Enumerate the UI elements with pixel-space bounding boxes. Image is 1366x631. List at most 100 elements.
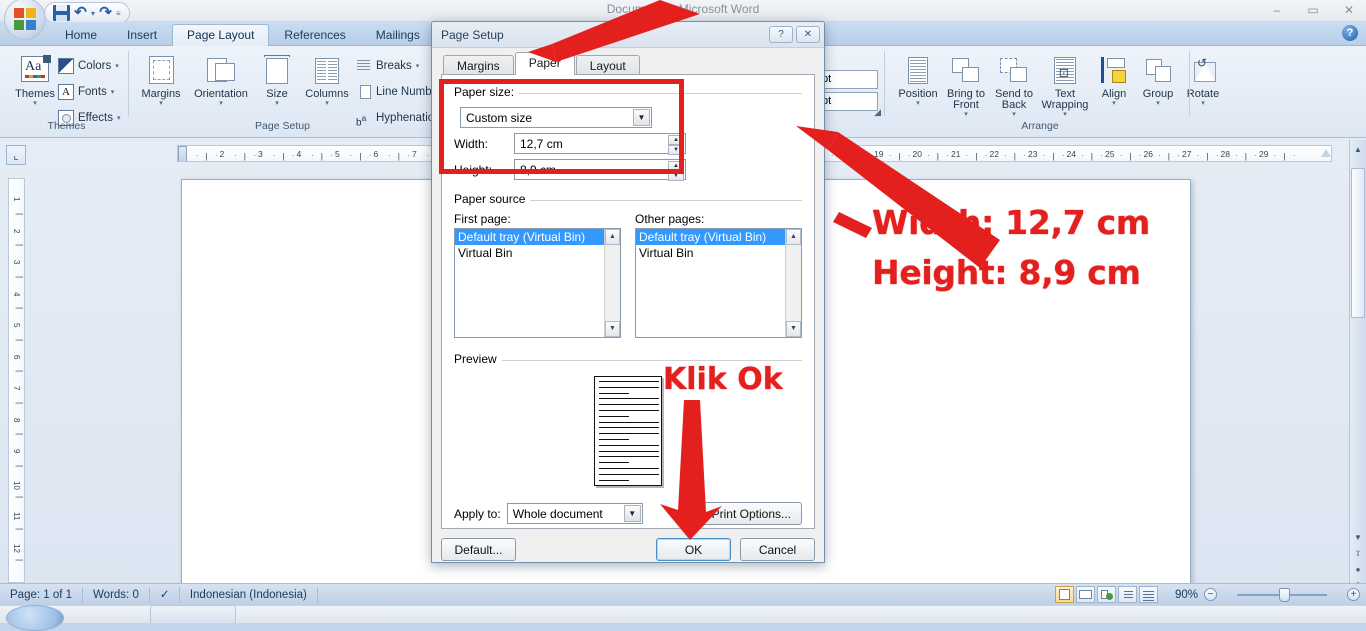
orientation-button[interactable]: Orientation ▾ — [188, 52, 254, 107]
spin-down-icon[interactable]: ▼ — [668, 171, 684, 181]
columns-button[interactable]: Columns ▾ — [300, 52, 354, 107]
tab-insert[interactable]: Insert — [112, 24, 172, 46]
themes-label: Themes — [15, 88, 55, 100]
select-browse-object-icon[interactable]: ● — [1351, 562, 1365, 577]
theme-colors-button[interactable]: Colors ▾ — [58, 56, 120, 76]
list-item[interactable]: Virtual Bin — [636, 245, 801, 261]
scroll-down-icon[interactable]: ▼ — [786, 321, 801, 337]
bring-to-front-button[interactable]: Bring to Front ▾ — [942, 52, 990, 118]
maximize-icon[interactable]: ▭ — [1302, 3, 1324, 17]
language-indicator[interactable]: Indonesian (Indonesia) — [180, 586, 318, 603]
taskbar-window-button[interactable] — [150, 605, 236, 623]
align-button[interactable]: Align ▾ — [1092, 52, 1136, 118]
text-wrapping-button[interactable]: ⚀ Text Wrapping ▾ — [1038, 52, 1092, 118]
window-controls: – ▭ ✕ — [1266, 3, 1360, 17]
scrollbar-thumb[interactable] — [1351, 168, 1365, 318]
rotate-button[interactable]: ↺ Rotate ▾ — [1180, 52, 1226, 118]
paper-size-combobox[interactable]: Custom size ▼ — [460, 107, 652, 128]
height-spinner[interactable]: ▲ ▼ — [668, 161, 684, 181]
office-button[interactable] — [4, 0, 46, 40]
size-button[interactable]: Size ▾ — [254, 52, 300, 107]
page-setup-dialog[interactable]: Page Setup ? ✕ Margins Paper Layout Pape… — [431, 21, 825, 563]
paragraph-dialog-launcher-icon[interactable]: ◢ — [874, 107, 881, 118]
view-draft[interactable] — [1139, 586, 1158, 603]
close-icon[interactable]: ✕ — [1338, 3, 1360, 17]
view-outline[interactable] — [1118, 586, 1137, 603]
word-count[interactable]: Words: 0 — [83, 586, 150, 603]
dialog-tab-paper[interactable]: Paper — [514, 52, 575, 75]
dialog-close-button[interactable]: ✕ — [796, 26, 820, 43]
zoom-slider-knob[interactable] — [1279, 587, 1290, 602]
listbox-scrollbar[interactable]: ▲ ▼ — [604, 229, 620, 337]
undo-dropdown-icon[interactable]: ▾ — [91, 9, 95, 18]
ok-button[interactable]: OK — [656, 538, 731, 561]
cancel-button[interactable]: Cancel — [740, 538, 815, 561]
previous-page-icon[interactable]: ⇧ — [1351, 546, 1365, 561]
dialog-help-button[interactable]: ? — [769, 26, 793, 43]
group-icon — [1142, 55, 1174, 87]
group-button[interactable]: Group ▾ — [1136, 52, 1180, 118]
dialog-tab-layout[interactable]: Layout — [575, 55, 640, 76]
view-web-layout[interactable] — [1097, 586, 1116, 603]
zoom-in-button[interactable]: + — [1347, 588, 1360, 601]
scroll-up-icon[interactable]: ▲ — [605, 229, 620, 245]
default-button[interactable]: Default... — [441, 538, 516, 561]
list-item[interactable]: Virtual Bin — [455, 245, 620, 261]
width-input[interactable]: 12,7 cm ▲ ▼ — [514, 133, 686, 155]
proofing-icon[interactable]: ✓ — [150, 586, 180, 603]
position-button[interactable]: Position ▾ — [894, 52, 942, 118]
zoom-level[interactable]: 90% — [1164, 589, 1198, 601]
vertical-scrollbar[interactable]: ▲ ▼ ⇧ ● ⇩ — [1349, 140, 1366, 595]
margins-button[interactable]: Margins ▾ — [134, 52, 188, 107]
orientation-caret-icon: ▾ — [219, 100, 223, 107]
vertical-ruler[interactable]: 1 | 2 | 3 | 4 | 5 | 6 | 7 | 8 | 9 | 10 | 11 | 12 | — [8, 178, 25, 583]
listbox-scrollbar[interactable]: ▲ ▼ — [785, 229, 801, 337]
minimize-icon[interactable]: – — [1266, 3, 1288, 17]
scroll-up-icon[interactable]: ▲ — [786, 229, 801, 245]
spacing-after-field[interactable]: pt — [818, 92, 878, 111]
theme-fonts-button[interactable]: A Fonts ▾ — [58, 82, 120, 102]
start-button[interactable] — [6, 605, 64, 631]
spacing-before-field[interactable]: pt — [818, 70, 878, 89]
list-item[interactable]: Default tray (Virtual Bin) — [455, 229, 620, 245]
zoom-slider[interactable] — [1223, 587, 1341, 602]
first-page-listbox[interactable]: Default tray (Virtual Bin) Virtual Bin ▲… — [454, 228, 621, 338]
chevron-down-icon[interactable]: ▼ — [623, 505, 641, 522]
tab-page-layout[interactable]: Page Layout — [172, 24, 270, 46]
width-spinner[interactable]: ▲ ▼ — [668, 135, 684, 155]
tab-mailings[interactable]: Mailings — [361, 24, 435, 46]
tab-references[interactable]: References — [269, 24, 360, 46]
customize-qat-icon[interactable]: ≡ — [116, 9, 121, 18]
text-wrapping-icon: ⚀ — [1049, 55, 1081, 87]
page-preview — [594, 376, 662, 486]
list-item[interactable]: Default tray (Virtual Bin) — [636, 229, 801, 245]
spin-down-icon[interactable]: ▼ — [668, 145, 684, 155]
undo-icon[interactable]: ↶ — [72, 5, 89, 21]
page-indicator[interactable]: Page: 1 of 1 — [0, 586, 84, 603]
view-full-screen-reading[interactable] — [1076, 586, 1095, 603]
dialog-tab-margins[interactable]: Margins — [443, 55, 514, 76]
print-options-button[interactable]: Print Options... — [700, 502, 802, 525]
view-print-layout[interactable] — [1055, 586, 1074, 603]
orientation-icon — [205, 55, 237, 87]
send-to-back-button[interactable]: Send to Back ▾ — [990, 52, 1038, 118]
position-caret-icon: ▾ — [916, 100, 920, 107]
apply-to-combobox[interactable]: Whole document ▼ — [506, 503, 643, 524]
themes-button[interactable]: Aa Themes ▾ — [8, 52, 62, 107]
spin-up-icon[interactable]: ▲ — [668, 135, 684, 145]
zoom-out-button[interactable]: − — [1204, 588, 1217, 601]
help-icon[interactable]: ? — [1342, 25, 1358, 41]
apply-to-label: Apply to: — [454, 506, 501, 521]
quick-access-toolbar: ↶ ▾ ↷ ≡ — [44, 2, 130, 24]
spin-up-icon[interactable]: ▲ — [668, 161, 684, 171]
other-pages-listbox[interactable]: Default tray (Virtual Bin) Virtual Bin ▲… — [635, 228, 802, 338]
scroll-down-icon[interactable]: ▼ — [605, 321, 620, 337]
redo-icon[interactable]: ↷ — [97, 5, 114, 21]
save-icon[interactable] — [53, 5, 70, 21]
scroll-up-icon[interactable]: ▲ — [1351, 142, 1365, 157]
tab-home[interactable]: Home — [50, 24, 112, 46]
scroll-down-icon[interactable]: ▼ — [1351, 530, 1365, 545]
chevron-down-icon[interactable]: ▼ — [633, 109, 650, 126]
height-input[interactable]: 8,9 cm ▲ ▼ — [514, 159, 686, 181]
tab-selector-button[interactable]: ⌞ — [6, 145, 26, 165]
